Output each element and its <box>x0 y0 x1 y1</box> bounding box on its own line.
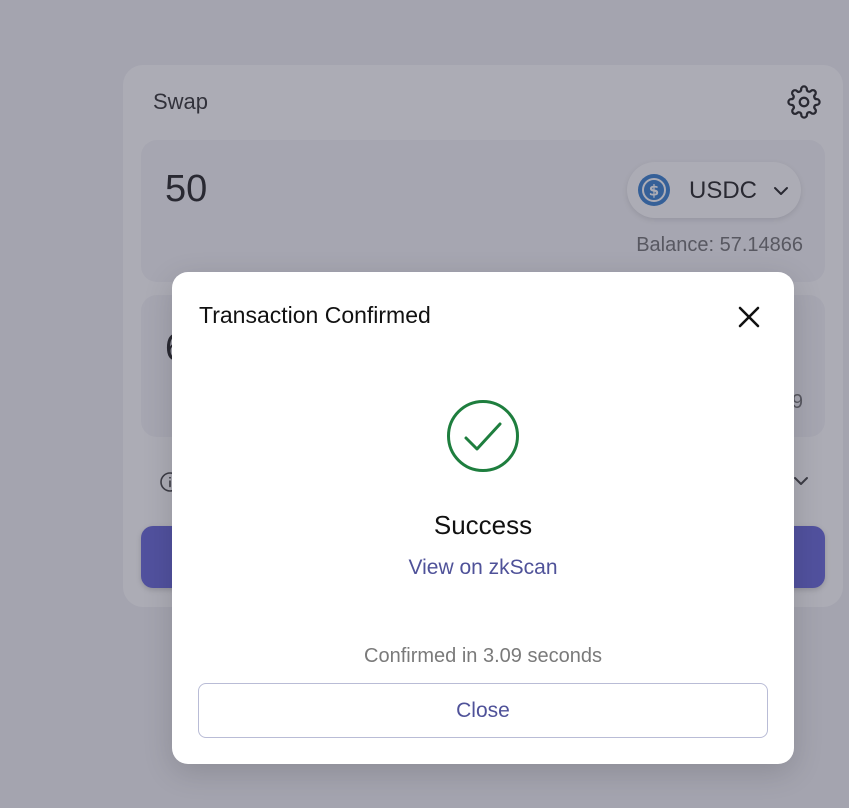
modal-title: Transaction Confirmed <box>199 302 431 328</box>
close-button[interactable]: Close <box>198 683 768 738</box>
transaction-confirmed-modal: Transaction Confirmed Success View on zk… <box>172 272 794 764</box>
confirmation-time: Confirmed in 3.09 seconds <box>364 645 602 667</box>
view-on-explorer-link[interactable]: View on zkScan <box>172 556 794 580</box>
check-circle-icon <box>447 400 519 472</box>
status-text: Success <box>433 510 533 540</box>
close-icon[interactable] <box>734 302 764 332</box>
